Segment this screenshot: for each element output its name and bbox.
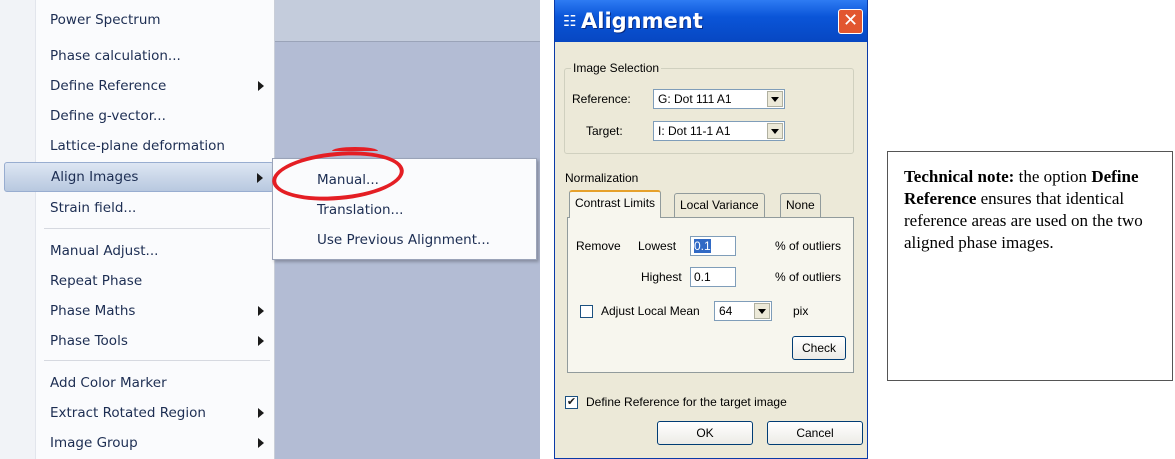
reference-label: Reference: xyxy=(572,92,631,106)
menu-item-image-group[interactable]: Image Group xyxy=(36,428,274,458)
menu-item-define-reference[interactable]: Define Reference xyxy=(36,71,274,101)
menu-item-add-color-marker[interactable]: Add Color Marker xyxy=(36,368,274,398)
tab-none[interactable]: None xyxy=(780,193,821,217)
menu-item-define-g-vector[interactable]: Define g-vector... xyxy=(36,101,274,131)
remove-label: Remove xyxy=(576,239,621,253)
highest-label: Highest xyxy=(641,270,682,284)
local-mean-select[interactable]: 64 xyxy=(714,301,772,321)
target-label: Target: xyxy=(586,124,623,138)
note-heading: Technical note: xyxy=(904,167,1015,186)
menu-item-repeat-phase[interactable]: Repeat Phase xyxy=(36,266,274,296)
main-context-menu: Power Spectrum Phase calculation... Defi… xyxy=(0,0,275,459)
technical-note-box: Technical note: the option Define Refere… xyxy=(887,151,1173,381)
close-icon[interactable]: ✕ xyxy=(838,9,863,34)
dialog-title: Alignment xyxy=(581,9,703,33)
menu-item-manual-adjust[interactable]: Manual Adjust... xyxy=(36,236,274,266)
adjust-local-mean-label: Adjust Local Mean xyxy=(601,304,700,318)
submenu-item-use-previous-alignment[interactable]: Use Previous Alignment... xyxy=(273,225,536,255)
menu-item-power-spectrum[interactable]: Power Spectrum xyxy=(36,7,274,33)
window-app-icon: ☷ xyxy=(563,13,577,30)
menu-item-lattice-plane-deformation[interactable]: Lattice-plane deformation xyxy=(36,131,274,161)
background-toolbar-strip xyxy=(272,0,540,42)
chevron-down-icon[interactable] xyxy=(754,303,770,319)
highest-unit: % of outliers xyxy=(775,270,842,284)
menu-icon-gutter xyxy=(0,0,36,459)
tab-contrast-limits[interactable]: Contrast Limits xyxy=(569,190,662,218)
menu-item-phase-calculation[interactable]: Phase calculation... xyxy=(36,41,274,71)
menu-item-align-images[interactable]: Align Images xyxy=(4,162,274,192)
menu-separator xyxy=(44,228,270,229)
menu-item-strain-field[interactable]: Strain field... xyxy=(36,193,274,223)
menu-item-extract-rotated-region[interactable]: Extract Rotated Region xyxy=(36,398,274,428)
submenu-arrow-icon xyxy=(258,306,264,316)
chevron-down-icon[interactable] xyxy=(767,91,783,107)
red-highlight-stroke xyxy=(332,147,378,155)
cancel-button[interactable]: Cancel xyxy=(767,421,863,445)
define-reference-label: Define Reference for the target image xyxy=(586,395,787,409)
chevron-down-icon[interactable] xyxy=(767,123,783,139)
menu-item-phase-tools[interactable]: Phase Tools xyxy=(36,326,274,356)
menu-item-phase-maths[interactable]: Phase Maths xyxy=(36,296,274,326)
image-selection-group xyxy=(564,68,854,154)
context-menu-area: Power Spectrum Phase calculation... Defi… xyxy=(0,0,540,459)
define-reference-checkbox[interactable]: ✔ xyxy=(565,396,578,409)
submenu-arrow-icon xyxy=(258,438,264,448)
reference-select[interactable]: G: Dot 111 A1 xyxy=(653,89,785,109)
pix-unit: pix xyxy=(793,304,809,318)
alignment-dialog: ☷ Alignment ✕ Image Selection Reference:… xyxy=(554,0,868,459)
tab-local-variance[interactable]: Local Variance xyxy=(674,193,765,217)
submenu-arrow-icon xyxy=(257,173,263,183)
image-selection-label: Image Selection xyxy=(571,61,662,75)
target-select[interactable]: I: Dot 11-1 A1 xyxy=(653,121,785,141)
ok-button[interactable]: OK xyxy=(657,421,753,445)
note-text-1: the option xyxy=(1014,167,1092,186)
lowest-input[interactable]: 0.1 xyxy=(690,236,736,256)
adjust-local-mean-checkbox[interactable] xyxy=(580,305,593,318)
normalization-label: Normalization xyxy=(565,171,639,185)
submenu-arrow-icon xyxy=(258,336,264,346)
dialog-titlebar[interactable]: ☷ Alignment ✕ xyxy=(555,0,867,42)
lowest-unit: % of outliers xyxy=(775,239,842,253)
submenu-arrow-icon xyxy=(258,81,264,91)
menu-separator xyxy=(44,360,270,361)
check-button[interactable]: Check xyxy=(792,336,846,360)
contrast-limits-panel: Remove Lowest 0.1 % of outliers Highest … xyxy=(567,217,854,373)
submenu-arrow-icon xyxy=(258,408,264,418)
lowest-label: Lowest xyxy=(638,239,677,253)
highest-input[interactable]: 0.1 xyxy=(690,267,736,287)
